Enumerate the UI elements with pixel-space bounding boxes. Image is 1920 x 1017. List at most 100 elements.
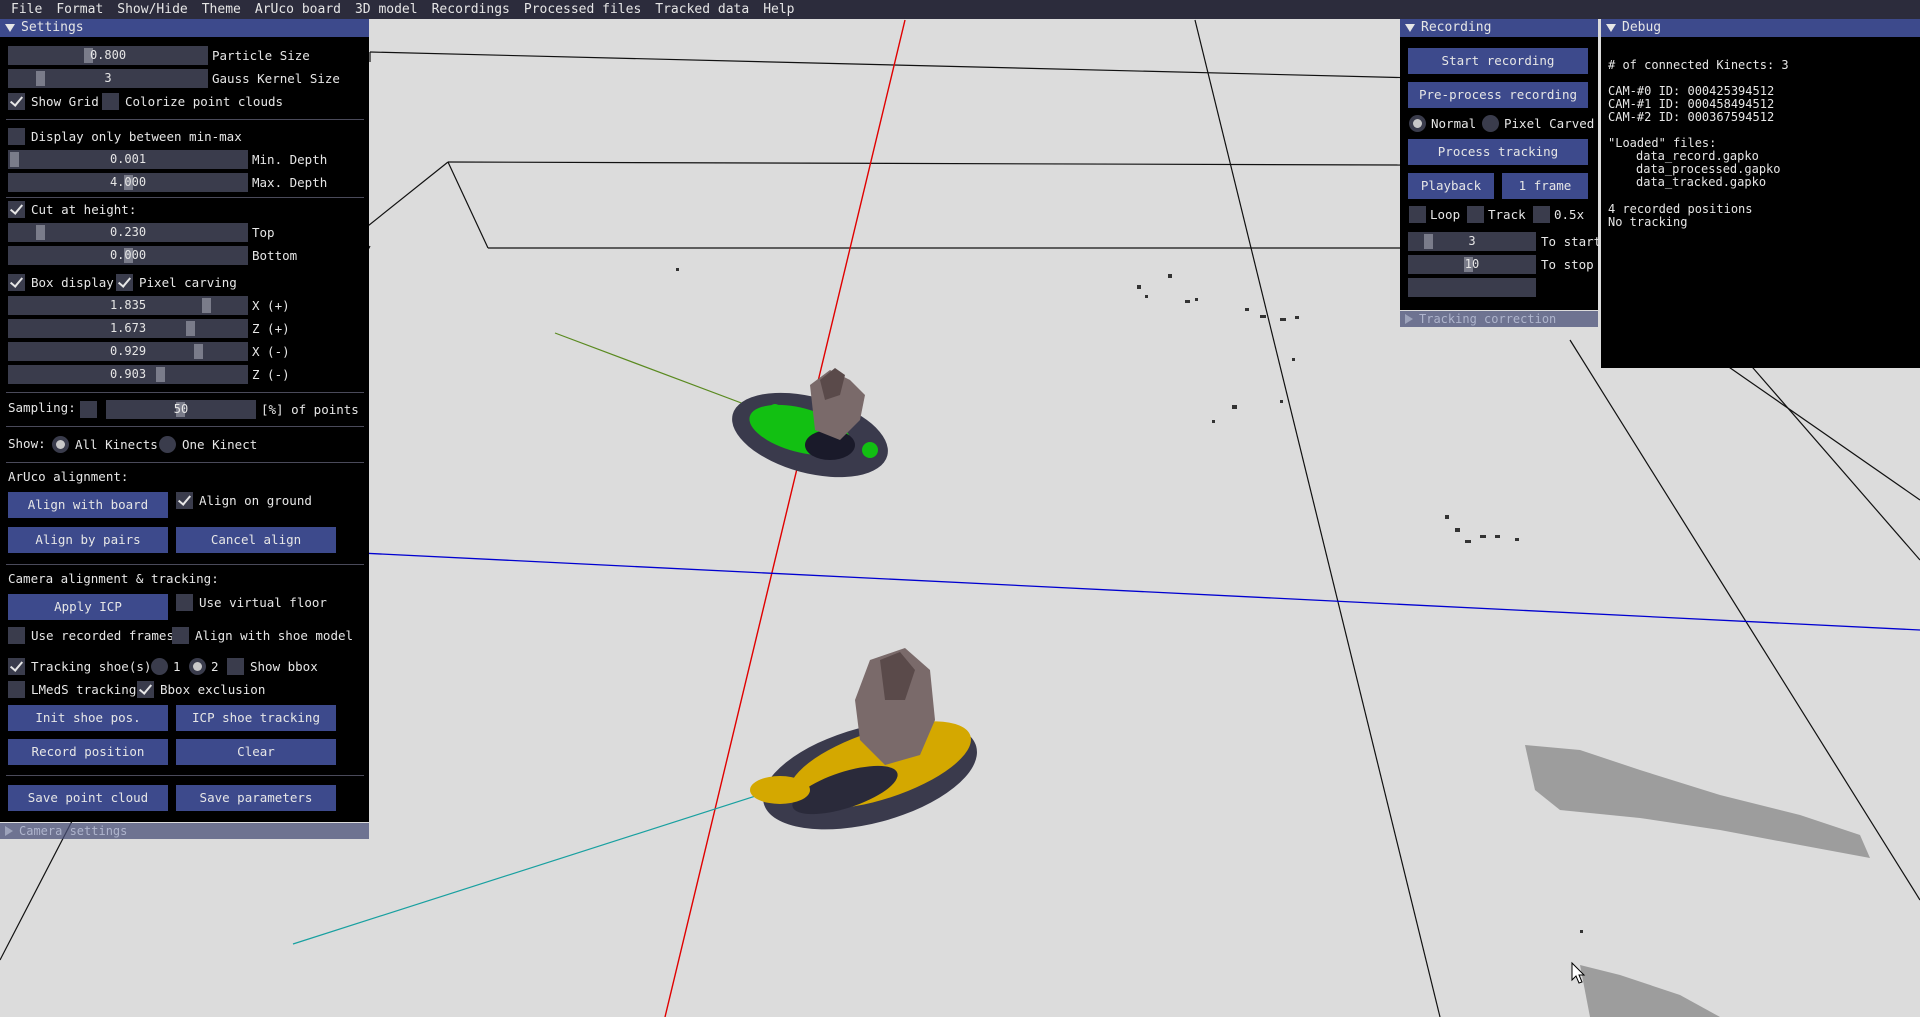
align-with-board-button[interactable]: Align with board: [8, 492, 168, 518]
expand-arrow-icon[interactable]: [1405, 314, 1413, 324]
menu-file[interactable]: File: [4, 0, 49, 19]
menu-tracked-data[interactable]: Tracked data: [648, 0, 756, 19]
menu-show-hide[interactable]: Show/Hide: [110, 0, 194, 19]
process-tracking-button[interactable]: Process tracking: [1408, 139, 1588, 165]
colorize-checkbox[interactable]: [102, 93, 119, 110]
recording-title: Recording: [1421, 20, 1492, 35]
menu-theme[interactable]: Theme: [195, 0, 248, 19]
gauss-kernel-label: Gauss Kernel Size: [212, 71, 340, 86]
apply-icp-button[interactable]: Apply ICP: [8, 594, 168, 620]
pixel-carving-checkbox[interactable]: [116, 274, 133, 291]
x-minus-label: X (-): [252, 344, 290, 359]
menu-aruco-board[interactable]: ArUco board: [248, 0, 348, 19]
expand-arrow-icon[interactable]: [5, 826, 13, 836]
to-stop-slider[interactable]: 10: [1408, 255, 1536, 274]
align-by-pairs-button[interactable]: Align by pairs: [8, 527, 168, 553]
x-plus-label: X (+): [252, 298, 290, 313]
track-checkbox[interactable]: [1467, 206, 1484, 223]
recording-extra-slider[interactable]: [1408, 278, 1536, 297]
show-grid-checkbox[interactable]: [8, 93, 25, 110]
shoe-2-radio[interactable]: [189, 658, 206, 675]
half-speed-checkbox[interactable]: [1533, 206, 1550, 223]
tracking-correction-label: Tracking correction: [1419, 312, 1557, 326]
tracking-shoes-label: Tracking shoe(s): [31, 659, 152, 674]
sampling-label: Sampling:: [8, 400, 76, 415]
align-shoe-model-checkbox[interactable]: [172, 627, 189, 644]
menu-help[interactable]: Help: [756, 0, 801, 19]
cut-height-label: Cut at height:: [31, 202, 137, 217]
bottom-label: Bottom: [252, 248, 298, 263]
cancel-align-button[interactable]: Cancel align: [176, 527, 336, 553]
camera-settings-header[interactable]: Camera settings: [0, 823, 369, 839]
shoe-2-label: 2: [211, 659, 219, 674]
menu-processed-files[interactable]: Processed files: [517, 0, 648, 19]
playback-button[interactable]: Playback: [1408, 173, 1494, 199]
z-minus-slider[interactable]: 0.903: [8, 365, 248, 384]
loaded-file-tracked: data_tracked.gapko: [1636, 175, 1767, 189]
record-position-button[interactable]: Record position: [8, 739, 168, 765]
preprocess-recording-button[interactable]: Pre-process recording: [1408, 82, 1588, 108]
one-frame-button[interactable]: 1 frame: [1502, 173, 1588, 199]
tracking-shoes-checkbox[interactable]: [8, 658, 25, 675]
z-plus-label: Z (+): [252, 321, 290, 336]
shoe-1-radio[interactable]: [151, 658, 168, 675]
lmeds-tracking-label: LMedS tracking: [31, 682, 137, 697]
tracking-correction-header[interactable]: Tracking correction: [1400, 311, 1598, 327]
z-plus-slider[interactable]: 1.673: [8, 319, 248, 338]
icp-shoe-tracking-button[interactable]: ICP shoe tracking: [176, 705, 336, 731]
x-plus-slider[interactable]: 1.835: [8, 296, 248, 315]
start-recording-button[interactable]: Start recording: [1408, 48, 1588, 74]
box-display-label: Box display: [31, 275, 114, 290]
bottom-slider[interactable]: 0.000: [8, 246, 248, 265]
lmeds-tracking-checkbox[interactable]: [8, 681, 25, 698]
menu-3d-model[interactable]: 3D model: [348, 0, 425, 19]
align-on-ground-checkbox[interactable]: [176, 492, 193, 509]
connected-kinects-text: # of connected Kinects: 3: [1608, 58, 1789, 72]
clear-button[interactable]: Clear: [176, 739, 336, 765]
menu-recordings[interactable]: Recordings: [425, 0, 517, 19]
max-depth-slider[interactable]: 4.000: [8, 173, 248, 192]
all-kinects-radio[interactable]: [52, 436, 69, 453]
show-bbox-checkbox[interactable]: [227, 658, 244, 675]
loop-checkbox[interactable]: [1409, 206, 1426, 223]
settings-title-bar[interactable]: Settings: [0, 19, 369, 37]
min-depth-slider[interactable]: 0.001: [8, 150, 248, 169]
display-minmax-checkbox[interactable]: [8, 128, 25, 145]
camera-alignment-heading: Camera alignment & tracking:: [8, 571, 219, 586]
max-depth-label: Max. Depth: [252, 175, 328, 190]
collapse-arrow-icon[interactable]: [1405, 24, 1415, 32]
init-shoe-pos-button[interactable]: Init shoe pos.: [8, 705, 168, 731]
show-bbox-label: Show bbox: [250, 659, 318, 674]
one-kinect-radio[interactable]: [159, 436, 176, 453]
save-parameters-button[interactable]: Save parameters: [176, 785, 336, 811]
gauss-kernel-slider[interactable]: 3: [8, 69, 208, 88]
to-start-slider[interactable]: 3: [1408, 232, 1536, 251]
pixel-carved-label: Pixel Carved: [1504, 116, 1595, 131]
bbox-exclusion-checkbox[interactable]: [137, 681, 154, 698]
no-tracking-text: No tracking: [1608, 215, 1688, 229]
normal-label: Normal: [1431, 116, 1477, 131]
sampling-checkbox[interactable]: [80, 401, 97, 418]
top-slider[interactable]: 0.230: [8, 223, 248, 242]
all-kinects-label: All Kinects: [75, 437, 158, 452]
use-virtual-floor-checkbox[interactable]: [176, 594, 193, 611]
display-minmax-label: Display only between min-max: [31, 129, 242, 144]
use-recorded-frames-checkbox[interactable]: [8, 627, 25, 644]
sampling-unit-label: [%] of points: [261, 402, 359, 417]
cut-height-checkbox[interactable]: [8, 201, 25, 218]
collapse-arrow-icon[interactable]: [1606, 24, 1616, 32]
pixel-carved-radio[interactable]: [1482, 115, 1499, 132]
menu-format[interactable]: Format: [49, 0, 110, 19]
x-minus-slider[interactable]: 0.929: [8, 342, 248, 361]
box-display-checkbox[interactable]: [8, 274, 25, 291]
particle-size-slider[interactable]: 0.800: [8, 46, 208, 65]
align-shoe-model-label: Align with shoe model: [195, 628, 354, 643]
collapse-arrow-icon[interactable]: [5, 24, 15, 32]
save-point-cloud-button[interactable]: Save point cloud: [8, 785, 168, 811]
bbox-exclusion-label: Bbox exclusion: [160, 682, 266, 697]
recording-title-bar[interactable]: Recording: [1400, 19, 1598, 37]
debug-title-bar[interactable]: Debug: [1601, 19, 1920, 37]
normal-radio[interactable]: [1409, 115, 1426, 132]
to-stop-label: To stop: [1541, 257, 1594, 272]
sampling-slider[interactable]: 50: [106, 400, 256, 419]
